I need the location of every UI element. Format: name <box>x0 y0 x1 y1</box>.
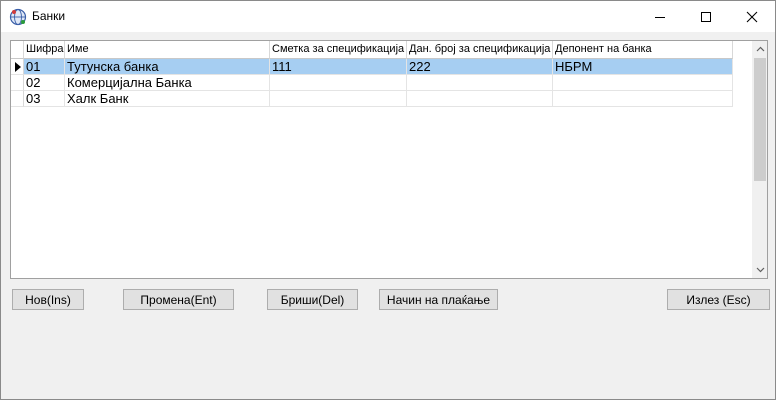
table-row[interactable]: 01 Тутунска банка 111 222 НБРМ <box>11 59 733 75</box>
exit-button[interactable]: Излез (Esc) <box>667 289 770 310</box>
cell-tax-number[interactable] <box>407 91 553 107</box>
delete-button[interactable]: Бриши(Del) <box>267 289 358 310</box>
cell-depositor[interactable] <box>553 75 733 91</box>
cell-depositor[interactable] <box>553 91 733 107</box>
bank-window: Банки Шифра Име Сметка за спецификација … <box>0 0 776 400</box>
title-bar[interactable]: Банки <box>1 1 775 32</box>
cell-name[interactable]: Халк Банк <box>65 91 270 107</box>
maximize-icon <box>701 11 711 22</box>
column-header-depositor[interactable]: Депонент на банка <box>553 41 733 59</box>
cell-spec-account[interactable] <box>270 75 407 91</box>
table-row[interactable]: 03 Халк Банк <box>11 91 733 107</box>
minimize-button[interactable] <box>637 1 683 32</box>
current-row-arrow-icon <box>15 62 21 72</box>
chevron-up-icon <box>756 46 764 52</box>
cell-name[interactable]: Комерцијална Банка <box>65 75 270 91</box>
column-header-spec-account[interactable]: Сметка за спецификација <box>270 41 407 59</box>
column-header-name[interactable]: Име <box>65 41 270 59</box>
edit-button[interactable]: Промена(Ent) <box>123 289 234 310</box>
scroll-down-button[interactable] <box>752 262 767 278</box>
cell-code[interactable]: 03 <box>24 91 65 107</box>
column-header-tax-number[interactable]: Дан. број за спецификација <box>407 41 553 59</box>
row-indicator[interactable] <box>11 75 24 91</box>
scroll-thumb[interactable] <box>754 58 766 181</box>
maximize-button[interactable] <box>683 1 729 32</box>
cell-depositor[interactable]: НБРМ <box>553 59 733 75</box>
close-button[interactable] <box>729 1 775 32</box>
window-title: Банки <box>32 9 66 23</box>
chevron-down-icon <box>756 267 764 273</box>
payment-method-button[interactable]: Начин на плаќање <box>379 289 498 310</box>
cell-code[interactable]: 02 <box>24 75 65 91</box>
cell-tax-number[interactable] <box>407 75 553 91</box>
cell-spec-account[interactable]: 111 <box>270 59 407 75</box>
grid-header: Шифра Име Сметка за спецификација Дан. б… <box>11 41 733 59</box>
banks-grid[interactable]: Шифра Име Сметка за спецификација Дан. б… <box>10 40 768 279</box>
scroll-up-button[interactable] <box>752 41 767 57</box>
row-header-corner <box>11 41 24 59</box>
minimize-icon <box>655 16 665 18</box>
cell-code[interactable]: 01 <box>24 59 65 75</box>
column-header-code[interactable]: Шифра <box>24 41 65 59</box>
cell-name[interactable]: Тутунска банка <box>65 59 270 75</box>
row-indicator[interactable] <box>11 91 24 107</box>
close-icon <box>746 11 758 22</box>
table-row[interactable]: 02 Комерцијална Банка <box>11 75 733 91</box>
app-globe-icon <box>9 8 27 26</box>
cell-tax-number[interactable]: 222 <box>407 59 553 75</box>
cell-spec-account[interactable] <box>270 91 407 107</box>
row-indicator[interactable] <box>11 59 24 75</box>
vertical-scrollbar[interactable] <box>752 41 767 278</box>
new-button[interactable]: Нов(Ins) <box>12 289 84 310</box>
